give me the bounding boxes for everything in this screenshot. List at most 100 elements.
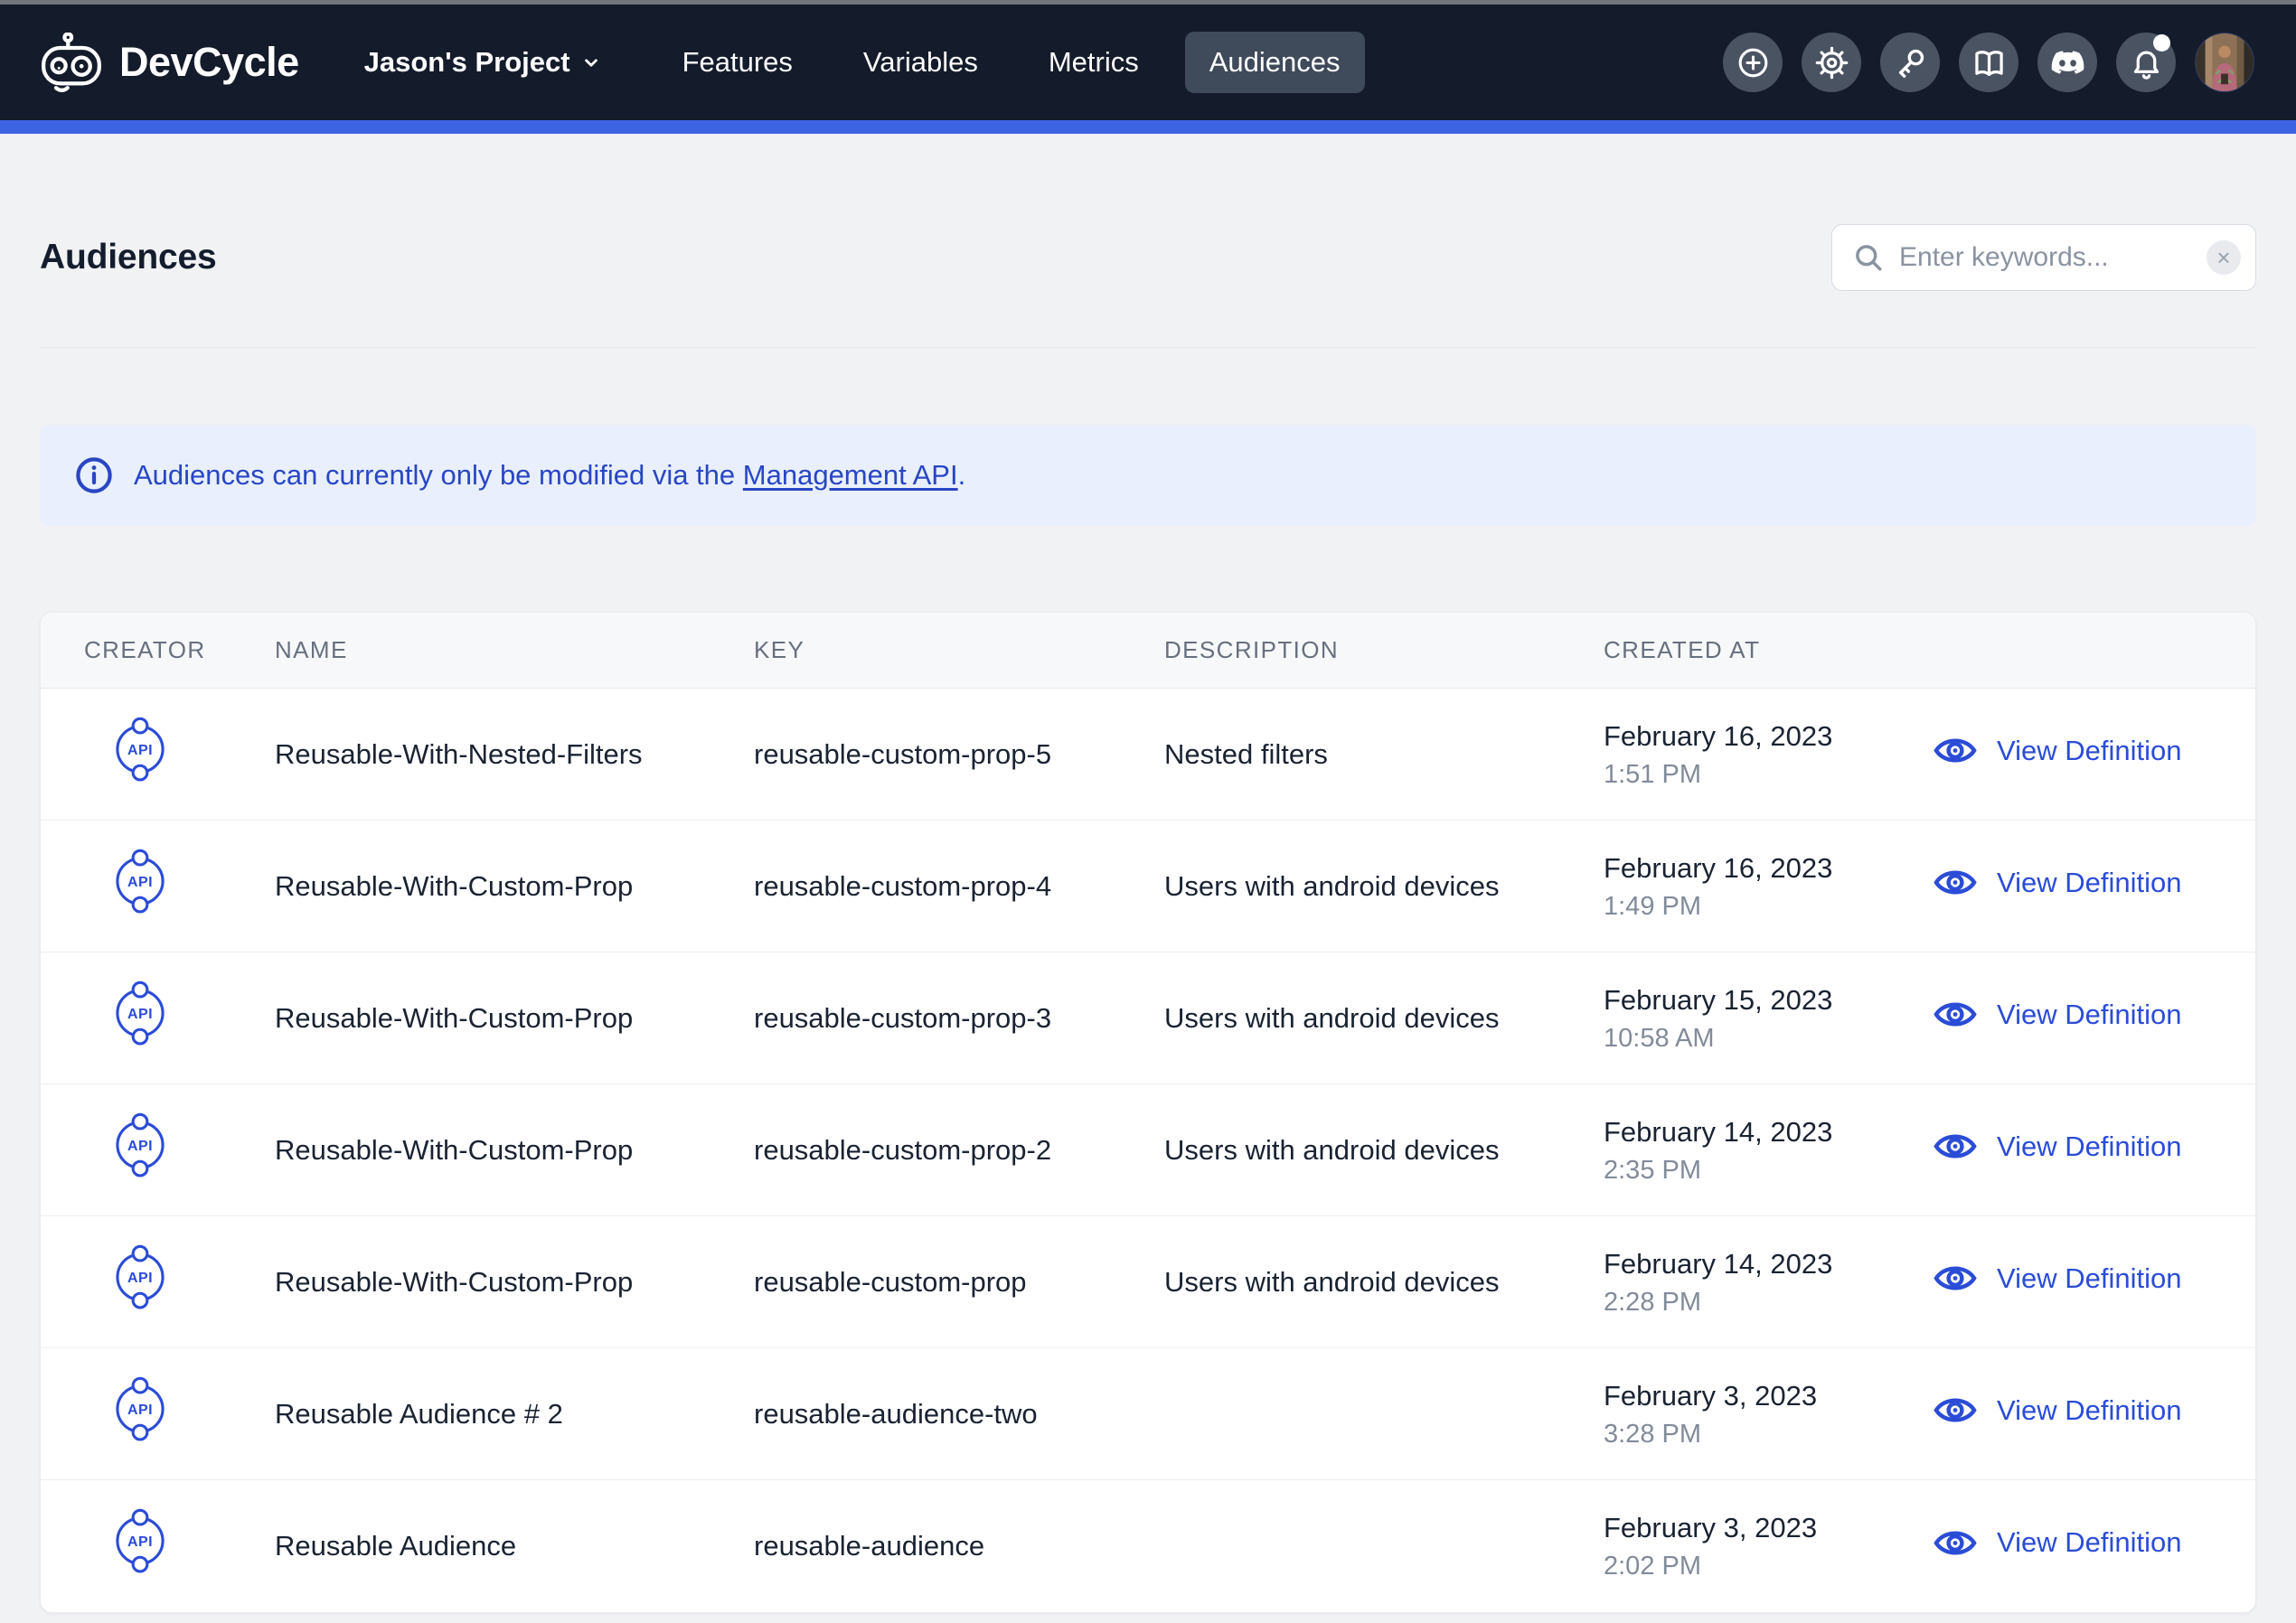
discord-button[interactable]: [2037, 33, 2097, 92]
brand-name: DevCycle: [119, 39, 299, 86]
audience-name: Reusable-With-Custom-Prop: [275, 1266, 754, 1299]
table-row: API Reusable Audience # 2 reusable-audie…: [41, 1348, 2255, 1480]
eye-icon: [1934, 998, 1977, 1031]
created-at-cell: February 14, 2023 2:35 PM: [1604, 1112, 1926, 1188]
audience-key: reusable-custom-prop-5: [754, 738, 1164, 771]
view-definition-link[interactable]: View Definition: [1934, 866, 2181, 899]
nav-item-audiences[interactable]: Audiences: [1185, 32, 1365, 93]
docs-button[interactable]: [1959, 33, 2018, 92]
eye-icon: [1934, 1393, 1977, 1427]
audience-key: reusable-custom-prop-2: [754, 1134, 1164, 1167]
search-icon: [1852, 241, 1885, 274]
creator-cell: API: [41, 1241, 275, 1324]
nav-item-features[interactable]: Features: [682, 32, 793, 93]
eye-icon: [1934, 734, 1977, 767]
notifications-button[interactable]: [2116, 33, 2176, 92]
created-time: 2:28 PM: [1604, 1284, 1899, 1320]
chevron-down-icon: [579, 51, 603, 74]
table-row: API Reusable-With-Custom-Prop reusable-c…: [41, 1084, 2255, 1216]
banner-text: Audiences can currently only be modified…: [134, 459, 965, 492]
clear-search-button[interactable]: ×: [2207, 240, 2241, 275]
creator-cell: API: [41, 845, 275, 928]
nav-item-variables[interactable]: Variables: [863, 32, 978, 93]
main-content: Audiences × Audiences can currently only…: [0, 224, 2296, 1613]
svg-text:API: API: [127, 1403, 153, 1418]
audience-description: Users with android devices: [1164, 1266, 1604, 1299]
view-definition-link[interactable]: View Definition: [1934, 1393, 2181, 1427]
svg-text:API: API: [127, 743, 153, 758]
audience-key: reusable-custom-prop-3: [754, 1002, 1164, 1035]
created-at-cell: February 14, 2023 2:28 PM: [1604, 1244, 1926, 1320]
actions-cell: View Definition: [1926, 1393, 2255, 1434]
audience-description: Nested filters: [1164, 738, 1604, 771]
creator-cell: API: [41, 1505, 275, 1588]
brand[interactable]: DevCycle: [42, 33, 299, 92]
view-definition-label: View Definition: [1997, 999, 2181, 1031]
created-date: February 14, 2023: [1604, 1244, 1899, 1284]
accent-strip: [0, 120, 2296, 134]
view-definition-link[interactable]: View Definition: [1934, 1130, 2181, 1163]
project-name: Jason's Project: [364, 46, 570, 79]
svg-text:API: API: [127, 1007, 153, 1022]
audience-key: reusable-audience-two: [754, 1398, 1164, 1431]
view-definition-label: View Definition: [1997, 867, 2181, 899]
plus-circle-icon: [1736, 46, 1770, 80]
devcycle-robot-logo-icon: [42, 33, 101, 92]
table-row: API Reusable-With-Nested-Filters reusabl…: [41, 689, 2255, 821]
audience-name: Reusable-With-Custom-Prop: [275, 870, 754, 903]
created-at-cell: February 16, 2023 1:49 PM: [1604, 849, 1926, 924]
created-date: February 3, 2023: [1604, 1508, 1899, 1548]
eye-icon: [1934, 1130, 1977, 1163]
creator-cell: API: [41, 713, 275, 796]
created-time: 2:35 PM: [1604, 1152, 1899, 1188]
project-switcher[interactable]: Jason's Project: [364, 46, 603, 79]
table-row: API Reusable Audience reusable-audience …: [41, 1480, 2255, 1612]
page-title: Audiences: [40, 238, 216, 277]
view-definition-link[interactable]: View Definition: [1934, 734, 2181, 767]
info-banner: Audiences can currently only be modified…: [40, 425, 2256, 526]
management-api-link[interactable]: Management API: [743, 459, 958, 491]
view-definition-link[interactable]: View Definition: [1934, 998, 2181, 1031]
api-keys-button[interactable]: [1880, 33, 1940, 92]
svg-text:API: API: [127, 875, 153, 890]
table-row: API Reusable-With-Custom-Prop reusable-c…: [41, 821, 2255, 952]
view-definition-link[interactable]: View Definition: [1934, 1526, 2181, 1560]
api-creator-icon: API: [112, 977, 168, 1053]
view-definition-label: View Definition: [1997, 735, 2181, 767]
view-definition-label: View Definition: [1997, 1130, 2181, 1163]
column-header-name: Name: [275, 636, 754, 664]
audience-name: Reusable-With-Custom-Prop: [275, 1134, 754, 1167]
created-time: 1:51 PM: [1604, 756, 1899, 793]
discord-icon: [2051, 46, 2084, 80]
settings-button[interactable]: [1802, 33, 1861, 92]
created-time: 1:49 PM: [1604, 888, 1899, 924]
audience-name: Reusable-With-Custom-Prop: [275, 1002, 754, 1035]
nav-item-metrics[interactable]: Metrics: [1049, 32, 1139, 93]
actions-cell: View Definition: [1926, 1262, 2255, 1302]
navbar-actions: [1723, 33, 2254, 92]
audience-name: Reusable Audience: [275, 1530, 754, 1562]
audience-description: Users with android devices: [1164, 1134, 1604, 1167]
audience-name: Reusable Audience # 2: [275, 1398, 754, 1431]
table-header: Creator Name Key Description Created At: [41, 613, 2255, 689]
top-navbar: DevCycle Jason's Project Features Variab…: [0, 5, 2296, 120]
api-creator-icon: API: [112, 713, 168, 789]
eye-icon: [1934, 1262, 1977, 1295]
divider: [40, 347, 2256, 348]
actions-cell: View Definition: [1926, 866, 2255, 906]
view-definition-label: View Definition: [1997, 1394, 2181, 1427]
created-date: February 16, 2023: [1604, 849, 1899, 888]
created-at-cell: February 15, 2023 10:58 AM: [1604, 980, 1926, 1056]
creator-cell: API: [41, 977, 275, 1060]
view-definition-link[interactable]: View Definition: [1934, 1262, 2181, 1295]
add-button[interactable]: [1723, 33, 1783, 92]
api-creator-icon: API: [112, 1373, 168, 1449]
key-icon: [1894, 46, 1927, 80]
svg-text:API: API: [127, 1534, 153, 1550]
actions-cell: View Definition: [1926, 1526, 2255, 1567]
user-avatar[interactable]: [2195, 33, 2254, 92]
api-creator-icon: API: [112, 1505, 168, 1581]
search-input[interactable]: [1899, 242, 2192, 273]
eye-icon: [1934, 866, 1977, 899]
column-header-creator: Creator: [41, 636, 275, 664]
